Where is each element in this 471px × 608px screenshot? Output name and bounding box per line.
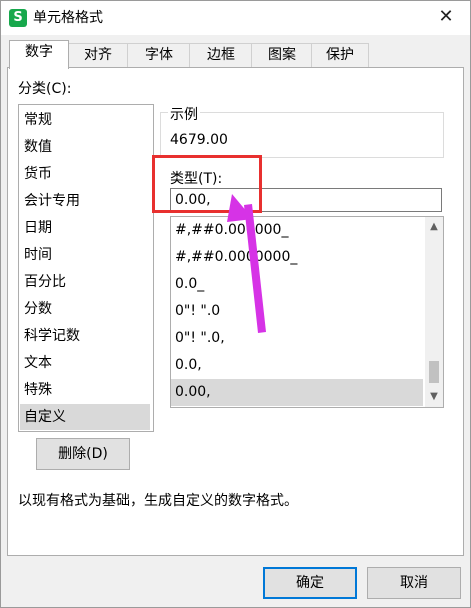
cancel-button[interactable]: 取消 xyxy=(367,567,461,599)
tab-pattern[interactable]: 图案 xyxy=(251,43,313,68)
category-item-custom[interactable]: 自定义 xyxy=(20,404,150,430)
format-list-scrollbar[interactable]: ▲ ▼ xyxy=(425,217,443,407)
scroll-up-icon[interactable]: ▲ xyxy=(425,219,443,235)
category-item-time[interactable]: 时间 xyxy=(20,242,150,268)
sample-label: 示例 xyxy=(168,104,200,124)
dialog-title: 单元格格式 xyxy=(33,10,103,26)
category-item-number[interactable]: 数值 xyxy=(20,134,150,160)
category-item-scientific[interactable]: 科学记数 xyxy=(20,323,150,349)
description-text: 以现有格式为基础，生成自定义的数字格式。 xyxy=(18,493,298,509)
ok-button[interactable]: 确定 xyxy=(263,567,357,599)
format-item[interactable]: 0.0_ xyxy=(171,271,423,298)
scroll-down-icon[interactable]: ▼ xyxy=(425,389,443,405)
category-label: 分类(C): xyxy=(18,81,72,97)
category-item-percentage[interactable]: 百分比 xyxy=(20,269,150,295)
category-item-date[interactable]: 日期 xyxy=(20,215,150,241)
tab-strip: 数字 对齐 字体 边框 图案 保护 xyxy=(1,35,470,69)
delete-button[interactable]: 删除(D) xyxy=(36,438,130,470)
tab-alignment[interactable]: 对齐 xyxy=(67,43,129,68)
sample-value: 4679.00 xyxy=(170,132,228,148)
category-item-special[interactable]: 特殊 xyxy=(20,377,150,403)
scroll-thumb[interactable] xyxy=(429,361,439,383)
format-code-list[interactable]: #,##0.000000_ #,##0.0000000_ 0.0_ 0"! ".… xyxy=(170,216,444,408)
tab-protection[interactable]: 保护 xyxy=(311,43,369,68)
type-input[interactable] xyxy=(170,188,442,212)
format-item[interactable]: 0.0, xyxy=(171,352,423,379)
format-item[interactable]: #,##0.000000_ xyxy=(171,217,423,244)
format-item-selected[interactable]: 0.00, xyxy=(171,379,423,406)
category-item-accounting[interactable]: 会计专用 xyxy=(20,188,150,214)
close-icon[interactable]: ✕ xyxy=(436,7,456,27)
title-bar: S 单元格格式 ✕ xyxy=(1,1,470,35)
category-list[interactable]: 常规 数值 货币 会计专用 日期 时间 百分比 分数 科学记数 文本 特殊 自定… xyxy=(18,104,154,432)
category-item-currency[interactable]: 货币 xyxy=(20,161,150,187)
tab-border[interactable]: 边框 xyxy=(189,43,253,68)
tab-font[interactable]: 字体 xyxy=(127,43,191,68)
wps-spreadsheet-icon: S xyxy=(9,9,27,27)
format-item[interactable]: #,##0.0000000_ xyxy=(171,244,423,271)
format-cells-dialog: S 单元格格式 ✕ 数字 对齐 字体 边框 图案 保护 分类(C): 常规 数值… xyxy=(0,0,471,608)
format-item[interactable]: 0"! ".0, xyxy=(171,325,423,352)
category-item-fraction[interactable]: 分数 xyxy=(20,296,150,322)
category-item-general[interactable]: 常规 xyxy=(20,107,150,133)
category-item-text[interactable]: 文本 xyxy=(20,350,150,376)
tab-number[interactable]: 数字 xyxy=(9,40,69,69)
type-label: 类型(T): xyxy=(170,171,223,187)
number-tab-panel: 分类(C): 常规 数值 货币 会计专用 日期 时间 百分比 分数 科学记数 文… xyxy=(7,67,464,556)
format-item[interactable]: 0"! ".0 xyxy=(171,298,423,325)
